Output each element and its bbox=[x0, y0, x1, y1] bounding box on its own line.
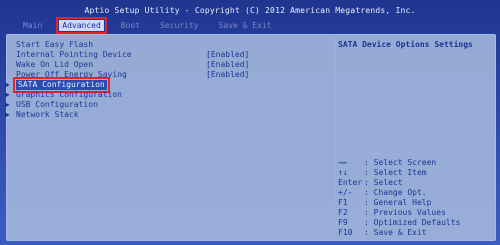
menu-bar: Main Advanced Boot Security Save & Exit bbox=[0, 16, 500, 34]
key-help-item: +/-: Change Opt. bbox=[338, 188, 427, 197]
submenu-arrow-icon: ▶ bbox=[5, 80, 10, 89]
key-help-item: F10: Save & Exit bbox=[338, 228, 427, 237]
setting-internal-pointing-device[interactable]: Internal Pointing Device [Enabled] bbox=[10, 50, 330, 60]
submenu-arrow-icon: ▶ bbox=[5, 90, 10, 99]
submenu-arrow-icon: ▶ bbox=[5, 100, 10, 109]
menu-security[interactable]: Security bbox=[157, 20, 202, 31]
setting-label: SATA Configuration bbox=[13, 77, 110, 93]
setting-label: Power Off Energy Saving bbox=[16, 70, 127, 79]
setting-label: USB Configuration bbox=[16, 100, 98, 109]
setting-label: Wake On Lid Open bbox=[16, 60, 94, 69]
key-arrows-ud-icon: ↑↓ bbox=[338, 168, 348, 177]
key-help-item: F2: Previous Values bbox=[338, 208, 446, 217]
menu-advanced[interactable]: Advanced bbox=[56, 16, 107, 34]
panel-divider bbox=[335, 36, 336, 235]
bios-screen: Aptio Setup Utility - Copyright (C) 2012… bbox=[0, 0, 500, 245]
setting-label: Graphics Configuration bbox=[16, 90, 122, 99]
setting-label: Network Stack bbox=[16, 110, 79, 119]
setting-wake-on-lid-open[interactable]: Wake On Lid Open [Enabled] bbox=[10, 60, 330, 70]
setting-label: Start Easy Flash bbox=[16, 40, 94, 49]
submenu-graphics-configuration[interactable]: ▶ Graphics Configuration bbox=[5, 90, 330, 100]
key-help-item: ↑↓: Select Item bbox=[338, 168, 427, 177]
setting-value: [Enabled] bbox=[206, 60, 250, 69]
key-help-item: F9: Optimized Defaults bbox=[338, 218, 461, 227]
settings-list: Start Easy Flash Internal Pointing Devic… bbox=[5, 40, 330, 235]
setting-start-easy-flash[interactable]: Start Easy Flash bbox=[10, 40, 330, 50]
submenu-network-stack[interactable]: ▶ Network Stack bbox=[5, 110, 330, 120]
submenu-usb-configuration[interactable]: ▶ USB Configuration bbox=[5, 100, 330, 110]
setting-power-off-energy-saving[interactable]: Power Off Energy Saving [Enabled] bbox=[10, 70, 330, 80]
title-bar: Aptio Setup Utility - Copyright (C) 2012… bbox=[84, 6, 416, 15]
menu-save-exit[interactable]: Save & Exit bbox=[216, 20, 275, 31]
key-help-list: →←: Select Screen ↑↓: Select Item Enter:… bbox=[338, 158, 488, 237]
key-arrows-lr-icon: →← bbox=[338, 158, 348, 167]
setting-label: Internal Pointing Device bbox=[16, 50, 132, 59]
submenu-arrow-icon: ▶ bbox=[5, 110, 10, 119]
setting-value: [Enabled] bbox=[206, 50, 250, 59]
key-help-item: Enter: Select bbox=[338, 178, 403, 187]
help-separator bbox=[338, 154, 488, 155]
menu-boot[interactable]: Boot bbox=[118, 20, 143, 31]
submenu-sata-configuration[interactable]: ▶ SATA Configuration bbox=[5, 77, 330, 93]
help-panel: SATA Device Options Settings →←: Select … bbox=[338, 40, 488, 237]
key-help-item: →←: Select Screen bbox=[338, 158, 437, 167]
key-help-item: F1: General Help bbox=[338, 198, 432, 207]
menu-main[interactable]: Main bbox=[20, 20, 45, 31]
help-title: SATA Device Options Settings bbox=[338, 40, 473, 49]
setting-value: [Enabled] bbox=[206, 70, 250, 79]
